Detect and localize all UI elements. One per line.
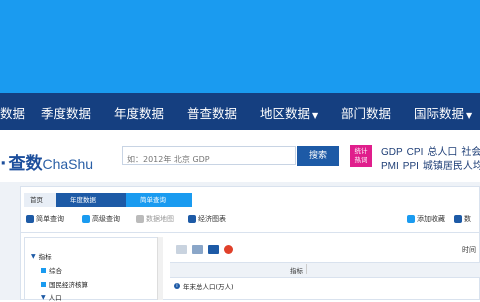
logo-en: ChaShu [42,156,94,172]
logo-cn: 查数 [8,154,43,174]
breadcrumb-home[interactable]: 首页 [24,193,56,207]
hot-badge-line1: 统计 [354,147,368,155]
hot-words-badge: 统计 热词 [350,145,372,167]
search-icon [26,215,34,223]
tool-label: 高级查询 [92,215,120,223]
breadcrumb-annual[interactable]: 年度数据 [56,193,126,207]
caret-down-icon: ▼ [41,293,46,301]
column-divider [306,264,307,274]
nav-item-international[interactable]: 国际数据 ▼ [414,103,472,122]
nav-item-quarterly[interactable]: 季度数据 [41,103,91,122]
search-button[interactable]: 搜索 [297,146,339,166]
data-more-button[interactable]: 数 [454,214,471,224]
column-chart-icon[interactable] [208,245,219,254]
folder-icon [41,267,46,273]
tool-label: 添加收藏 [417,215,445,223]
breadcrumb-current: 简单查询 [126,193,192,207]
query-toolbar: 简单查询 高级查询 数据地图 经济图表 添加收藏 数 [26,214,476,228]
map-icon [136,215,144,223]
view-toggle-group [176,245,238,254]
pie-chart-icon[interactable] [224,245,233,254]
nav-item-data[interactable]: 数据 [0,103,25,122]
table-header [170,262,480,278]
tool-label: 简单查询 [36,215,64,223]
time-header[interactable]: 时间 [462,245,476,255]
plus-icon [407,215,415,223]
hot-words-line2: PMI PPI 城镇居民人均 [381,157,480,172]
table-row[interactable]: i 年末总人口(万人) [174,281,234,291]
tree-item[interactable]: ▼ 人口 [41,292,62,302]
tree-root[interactable]: ▼ 指标 [31,251,52,262]
hot-words-line1: GDP CPI 总人口 社会 [381,143,480,158]
search-box [122,146,299,168]
folder-icon [41,281,46,287]
tool-label: 经济图表 [198,215,226,223]
nav-item-label: 部门数据 [341,106,392,121]
tree-scrollbar[interactable] [157,237,163,300]
bar-chart-icon[interactable] [192,245,203,254]
tree-label: 国民经济核算 [49,281,88,289]
search-input[interactable] [123,151,299,168]
tree-label: 人口 [48,294,62,302]
hot-word-link[interactable]: PMI [381,161,399,172]
indicator-tree: ▼ 指标 综合 国民经济核算 ▼ 人口 [24,237,158,302]
info-icon[interactable]: i [174,283,180,289]
table-view-icon[interactable] [176,245,187,254]
add-favorite-button[interactable]: 添加收藏 [407,214,445,224]
data-map-button[interactable]: 数据地图 [136,214,174,224]
tree-item[interactable]: 综合 [41,265,62,275]
tree-label: 综合 [49,267,62,275]
advanced-search-icon [82,215,90,223]
chart-icon [188,215,196,223]
nav-item-regional[interactable]: 地区数据 ▼ [260,103,318,122]
top-banner [0,0,480,93]
nav-item-label: 季度数据 [41,106,92,121]
nav-item-annual[interactable]: 年度数据 [114,103,164,122]
nav-item-label: 年度数据 [114,106,165,121]
advanced-query-button[interactable]: 高级查询 [82,214,120,224]
simple-query-button[interactable]: 简单查询 [26,214,64,224]
nav-item-label: 普查数据 [187,106,238,121]
main-nav: 数据 季度数据 年度数据 普查数据 地区数据 ▼ 部门数据 国际数据 ▼ [0,93,480,130]
breadcrumb: 首页 年度数据 简单查询 [24,193,192,207]
indicator-header: 指标 [290,267,303,275]
chevron-down-icon: ▼ [466,111,473,120]
tree-item[interactable]: 国民经济核算 [41,279,88,289]
chevron-down-icon: ▼ [312,111,319,120]
tool-label: 数 [464,215,471,223]
hot-word-link[interactable]: PPI [403,161,419,172]
caret-down-icon: ▼ [31,252,36,260]
tool-label: 数据地图 [146,215,174,223]
row-label: 年末总人口(万人) [183,283,234,291]
nav-item-label: 国际数据 [414,106,465,121]
logo[interactable]: · 查数ChaShu [0,149,93,174]
nav-item-label: 数据 [0,106,26,121]
nav-item-label: 地区数据 [260,106,311,121]
data-icon [454,215,462,223]
hot-word-link[interactable]: 城镇居民人均 [423,161,480,172]
tree-label: 指标 [38,253,52,261]
nav-item-census[interactable]: 普查数据 [187,103,237,122]
nav-item-department[interactable]: 部门数据 [341,103,391,122]
hot-badge-line2: 热词 [354,156,368,164]
logo-mark-icon: · [0,154,7,174]
economic-chart-button[interactable]: 经济图表 [188,214,226,224]
divider [20,232,480,233]
